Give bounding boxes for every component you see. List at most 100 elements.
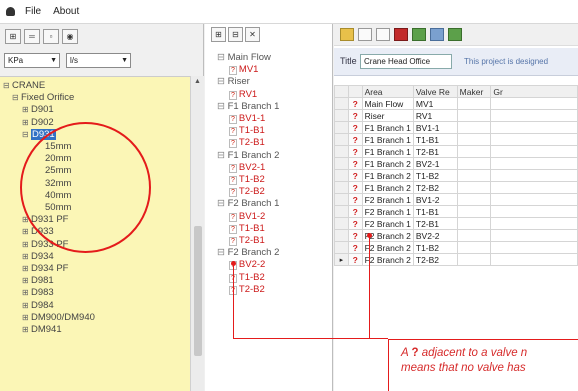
cell-valve-ref[interactable]: MV1 xyxy=(412,97,458,110)
collapse-icon[interactable]: ⊟ xyxy=(12,93,21,102)
flow-group[interactable]: ⊟ F1 Branch 1 xyxy=(217,101,279,112)
flow-group[interactable]: ⊟ F1 Branch 2 xyxy=(217,150,279,161)
expand-icon[interactable]: ⊞ xyxy=(22,288,31,297)
tree-size[interactable]: 15mm xyxy=(45,141,71,152)
row-header[interactable] xyxy=(334,181,349,194)
pressure-unit-select[interactable]: KPa ▼ xyxy=(4,53,60,68)
col-gr[interactable]: Gr xyxy=(490,85,578,98)
cell-area[interactable]: F2 Branch 1 xyxy=(361,193,414,206)
chart-icon[interactable] xyxy=(430,28,444,41)
tree-model[interactable]: ⊞ D983 xyxy=(22,287,54,298)
cell-gr[interactable] xyxy=(490,205,578,218)
collapse-icon[interactable]: ⊟ xyxy=(217,150,228,161)
flow-valve[interactable]: ? MV1 xyxy=(229,64,258,76)
flow-valve[interactable]: ? T1-B1 xyxy=(229,125,265,137)
table-row[interactable]: ? F2 Branch 1 T1-B1 xyxy=(334,205,578,218)
cell-gr[interactable] xyxy=(490,121,578,134)
cell-maker[interactable] xyxy=(456,121,492,134)
collapse-icon[interactable]: ⊟ xyxy=(217,198,228,209)
expand-icon[interactable]: ⊞ xyxy=(22,227,31,236)
cell-maker[interactable] xyxy=(456,109,492,122)
cell-gr[interactable] xyxy=(490,241,578,254)
col-maker[interactable]: Maker xyxy=(456,85,492,98)
cell-area[interactable]: F1 Branch 2 xyxy=(361,157,414,170)
expand-icon[interactable]: ⊞ xyxy=(22,252,31,261)
save-icon[interactable] xyxy=(394,28,408,41)
expand-icon[interactable]: ⊞ xyxy=(22,264,31,273)
cell-area[interactable]: Main Flow xyxy=(361,97,414,110)
tree-root[interactable]: ⊟ CRANE xyxy=(3,80,45,91)
cell-gr[interactable] xyxy=(490,181,578,194)
expand-icon[interactable]: ⊞ xyxy=(22,313,31,322)
cell-maker[interactable] xyxy=(456,229,492,242)
flow-valve[interactable]: ? RV1 xyxy=(229,89,257,100)
expand-icon[interactable]: ⊞ xyxy=(22,240,31,249)
flow-group[interactable]: ⊟ Main Flow xyxy=(217,52,271,63)
tree-group[interactable]: ⊟ Fixed Orifice xyxy=(12,92,74,103)
flow-valve[interactable]: ? BV2-1 xyxy=(229,162,265,173)
table-row[interactable]: ? F1 Branch 1 BV1-1 xyxy=(334,121,578,134)
cell-area[interactable]: F1 Branch 2 xyxy=(361,181,414,194)
table-row[interactable]: ? F1 Branch 1 T2-B1 xyxy=(334,145,578,158)
tree-model[interactable]: ⊞ DM941 xyxy=(22,324,62,335)
col-valve-ref[interactable]: Valve Re xyxy=(412,85,458,98)
tree-model[interactable]: ⊞ D902 xyxy=(22,117,54,128)
cell-gr[interactable] xyxy=(490,109,578,122)
tree-model[interactable]: ⊞ D933 PF xyxy=(22,239,69,250)
tree-size[interactable]: 50mm xyxy=(45,202,71,213)
cell-maker[interactable] xyxy=(456,217,492,230)
collapse-icon[interactable]: ⊟ xyxy=(217,52,228,63)
tree-model[interactable]: ⊞ D901 xyxy=(22,104,54,115)
cell-valve-ref[interactable]: T2-B2 xyxy=(412,253,458,266)
flow-group[interactable]: ⊟ F2 Branch 1 xyxy=(217,198,279,209)
expand-icon[interactable]: ⊞ xyxy=(22,105,31,114)
flow-unit-select[interactable]: l/s ▼ xyxy=(66,53,131,68)
cell-gr[interactable] xyxy=(490,133,578,146)
cell-valve-ref[interactable]: T2-B1 xyxy=(412,145,458,158)
cell-maker[interactable] xyxy=(456,97,492,110)
collapse-icon[interactable]: ⊟ xyxy=(3,81,12,90)
refresh-icon[interactable] xyxy=(412,28,426,41)
table-row[interactable]: ? F1 Branch 2 T2-B2 xyxy=(334,181,578,194)
table-row[interactable]: ? F1 Branch 2 BV2-1 xyxy=(334,157,578,170)
tree-size[interactable]: 32mm xyxy=(45,178,71,189)
cell-gr[interactable] xyxy=(490,217,578,230)
cell-valve-ref[interactable]: T2-B2 xyxy=(412,181,458,194)
cell-valve-ref[interactable]: T1-B1 xyxy=(412,205,458,218)
flow-valve[interactable]: ?T1-B2 xyxy=(229,272,265,283)
cell-area[interactable]: F2 Branch 1 xyxy=(361,205,414,218)
expand-icon[interactable]: ⊞ xyxy=(22,118,31,127)
cell-valve-ref[interactable]: T2-B1 xyxy=(412,217,458,230)
catalog-scrollbar[interactable]: ▲ xyxy=(190,76,204,391)
tree-model[interactable]: ⊞ D933 xyxy=(22,226,54,237)
cell-valve-ref[interactable]: BV1-1 xyxy=(412,121,458,134)
cell-gr[interactable] xyxy=(490,193,578,206)
cell-maker[interactable] xyxy=(456,133,492,146)
col-area[interactable]: Area xyxy=(361,85,414,98)
row-header[interactable] xyxy=(334,205,349,218)
cell-gr[interactable] xyxy=(490,169,578,182)
cell-maker[interactable] xyxy=(456,181,492,194)
flow-group[interactable]: ⊟ F2 Branch 2 xyxy=(217,247,279,258)
flow-valve[interactable]: ? BV1-1 xyxy=(229,113,265,124)
cell-valve-ref[interactable]: T1-B2 xyxy=(412,241,458,254)
flow-valve[interactable]: ?T2-B2 xyxy=(229,284,265,295)
list-view-button[interactable]: ═ xyxy=(24,29,40,44)
table-row[interactable]: ? F1 Branch 2 T1-B2 xyxy=(334,169,578,182)
row-header[interactable] xyxy=(334,97,349,110)
row-header[interactable] xyxy=(334,157,349,170)
new-icon[interactable] xyxy=(358,28,372,41)
menu-about[interactable]: About xyxy=(51,4,81,19)
collapse-icon[interactable]: ⊟ xyxy=(217,76,228,87)
table-row[interactable]: ? Main Flow MV1 xyxy=(334,97,578,110)
collapse-icon[interactable]: ⊟ xyxy=(22,130,31,139)
cell-gr[interactable] xyxy=(490,97,578,110)
folder-icon[interactable] xyxy=(340,28,354,41)
collapse-icon[interactable]: ⊟ xyxy=(217,247,228,258)
collapse-icon[interactable]: ⊟ xyxy=(217,101,228,112)
tree-view-button[interactable]: ⊞ xyxy=(5,29,21,44)
document-icon[interactable] xyxy=(376,28,390,41)
cell-valve-ref[interactable]: T1-B2 xyxy=(412,169,458,182)
expand-icon[interactable]: ⊞ xyxy=(22,215,31,224)
cell-maker[interactable] xyxy=(456,145,492,158)
